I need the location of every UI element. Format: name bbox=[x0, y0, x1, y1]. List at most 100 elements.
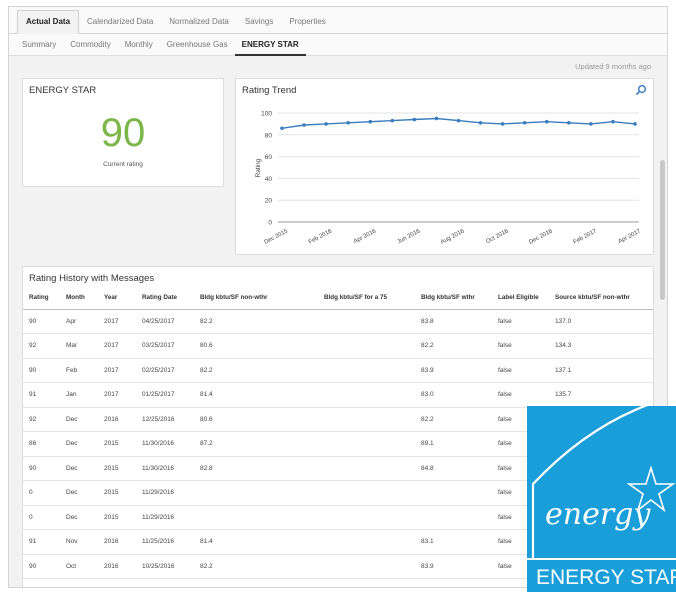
data-point bbox=[390, 118, 395, 123]
updated-timestamp: Updated 9 months ago bbox=[575, 62, 651, 71]
column-header[interactable]: Source kbtu/SF non-wthr bbox=[549, 287, 653, 310]
table-cell: Nov bbox=[60, 529, 98, 555]
table-cell: 92 bbox=[23, 407, 60, 432]
table-cell: 83.9 bbox=[415, 554, 492, 579]
data-point bbox=[346, 121, 350, 125]
table-cell: Oct bbox=[60, 554, 98, 579]
table-cell: 2015 bbox=[98, 431, 136, 457]
table-cell: 2016 bbox=[98, 554, 136, 579]
logo-script-text: energy bbox=[545, 497, 651, 532]
table-cell: 11/25/2016 bbox=[136, 529, 194, 555]
table-row[interactable]: 91 Jan 2017 01/25/2017 81.4 83.0 false 135.7 bbox=[23, 382, 653, 408]
table-cell: Jan bbox=[60, 382, 98, 408]
tab-properties[interactable]: Properties bbox=[281, 17, 333, 33]
table-cell: 12/25/2016 bbox=[136, 407, 194, 432]
table-cell bbox=[318, 407, 415, 432]
logo-banner-text: ENERGY STAR bbox=[527, 558, 676, 592]
table-cell: 83.0 bbox=[415, 382, 492, 408]
rating-trend-chart: 0 20 40 60 80 100 Rating Dec 2015 Feb 2016 Apr 20… bbox=[255, 111, 643, 246]
tab-greenhouse-gas[interactable]: Greenhouse Gas bbox=[160, 34, 235, 56]
table-cell: 03/25/2017 bbox=[136, 333, 194, 359]
x-tick-label: Apr 2017 bbox=[618, 228, 643, 245]
table-cell bbox=[318, 382, 415, 408]
x-tick-label: Dec 2015 bbox=[263, 228, 289, 246]
column-header[interactable]: Bldg kbtu/SF for a 75 bbox=[318, 287, 415, 310]
table-cell: false bbox=[492, 382, 549, 408]
table-cell: false bbox=[492, 309, 549, 334]
energy-star-logo-graphic: energy bbox=[531, 406, 676, 558]
table-cell bbox=[318, 554, 415, 579]
table-header-row: Rating Month Year Rating Date Bldg kbtu/SF n… bbox=[23, 287, 653, 310]
tab-monthly[interactable]: Monthly bbox=[118, 34, 160, 56]
table-row[interactable]: 90 Feb 2017 02/25/2017 82.2 83.9 false 137.1 bbox=[23, 358, 653, 383]
table-cell: 81.4 bbox=[194, 529, 318, 555]
table-cell bbox=[318, 456, 415, 481]
table-cell: 82.2 bbox=[194, 554, 318, 579]
x-tick-label: Aug 2016 bbox=[440, 228, 466, 246]
table-cell: 82.2 bbox=[415, 407, 492, 432]
table-cell bbox=[318, 431, 415, 457]
table-cell bbox=[318, 480, 415, 506]
column-header[interactable]: Year bbox=[98, 287, 136, 310]
data-point bbox=[567, 121, 571, 125]
table-cell: Dec bbox=[60, 480, 98, 506]
tab-summary[interactable]: Summary bbox=[15, 34, 63, 56]
table-cell: 137.0 bbox=[549, 309, 653, 334]
tab-energy-star[interactable]: ENERGY STAR bbox=[234, 34, 306, 56]
y-tick-label: 40 bbox=[265, 176, 273, 183]
table-cell: 0 bbox=[23, 505, 60, 530]
table-cell bbox=[318, 529, 415, 555]
table-row[interactable]: 90 Apr 2017 04/25/2017 82.2 83.8 false 137.0 bbox=[23, 309, 653, 334]
table-cell: Dec bbox=[60, 456, 98, 481]
secondary-tabs: Summary Commodity Monthly Greenhouse Gas… bbox=[9, 34, 667, 56]
y-tick-label: 20 bbox=[265, 198, 273, 205]
table-cell: 90 bbox=[23, 309, 60, 334]
scrollbar-thumb[interactable] bbox=[660, 160, 665, 300]
tab-calendarized-data[interactable]: Calendarized Data bbox=[79, 17, 161, 33]
table-cell: false bbox=[492, 333, 549, 359]
tab-savings[interactable]: Savings bbox=[237, 17, 281, 33]
table-cell: Dec bbox=[60, 431, 98, 457]
y-tick-label: 80 bbox=[265, 132, 273, 139]
data-point bbox=[589, 122, 593, 126]
table-cell: 82.2 bbox=[194, 309, 318, 334]
x-tick-label: Apr 2016 bbox=[353, 228, 378, 245]
column-header[interactable]: Rating Date bbox=[136, 287, 194, 310]
table-cell: Dec bbox=[60, 505, 98, 530]
table-cell: 89.1 bbox=[415, 431, 492, 457]
column-header[interactable]: Month bbox=[60, 287, 98, 310]
table-cell: 02/25/2017 bbox=[136, 358, 194, 383]
table-cell: 90 bbox=[23, 456, 60, 481]
tab-normalized-data[interactable]: Normalized Data bbox=[161, 17, 237, 33]
table-cell: 11/29/2016 bbox=[136, 505, 194, 530]
table-cell bbox=[318, 333, 415, 359]
table-cell: false bbox=[492, 358, 549, 383]
primary-tabs: Actual Data Calendarized Data Normalized… bbox=[9, 7, 667, 34]
table-cell: 04/25/2017 bbox=[136, 309, 194, 334]
column-header[interactable]: Bldg kbtu/SF non-wthr bbox=[194, 287, 318, 310]
table-row[interactable]: 92 Mar 2017 03/25/2017 80.6 82.2 false 134.3 bbox=[23, 333, 653, 359]
column-header[interactable]: Rating bbox=[23, 287, 60, 310]
table-cell: 2015 bbox=[98, 456, 136, 481]
table-cell: 2015 bbox=[98, 505, 136, 530]
tab-commodity[interactable]: Commodity bbox=[63, 34, 117, 56]
y-tick-label: 100 bbox=[261, 111, 272, 118]
table-cell: 91 bbox=[23, 529, 60, 555]
table-cell: 86 bbox=[23, 431, 60, 457]
table-cell: 91 bbox=[23, 382, 60, 408]
y-tick-label: 60 bbox=[265, 154, 273, 161]
x-tick-label: Dec 2016 bbox=[528, 228, 554, 246]
column-header[interactable]: Bldg kbtu/SF wthr bbox=[415, 287, 492, 310]
table-cell: 90 bbox=[23, 554, 60, 579]
tab-actual-data[interactable]: Actual Data bbox=[17, 10, 80, 34]
table-cell: 80.6 bbox=[194, 407, 318, 432]
energy-star-card-title: ENERGY STAR bbox=[29, 85, 97, 96]
data-point bbox=[412, 117, 417, 122]
table-cell bbox=[194, 505, 318, 530]
data-point bbox=[368, 119, 373, 124]
column-header[interactable]: Label Eligible bbox=[492, 287, 549, 310]
table-cell: 2017 bbox=[98, 358, 136, 383]
table-cell: 83.9 bbox=[415, 358, 492, 383]
table-cell: 2017 bbox=[98, 309, 136, 334]
table-cell: 82.8 bbox=[194, 456, 318, 481]
